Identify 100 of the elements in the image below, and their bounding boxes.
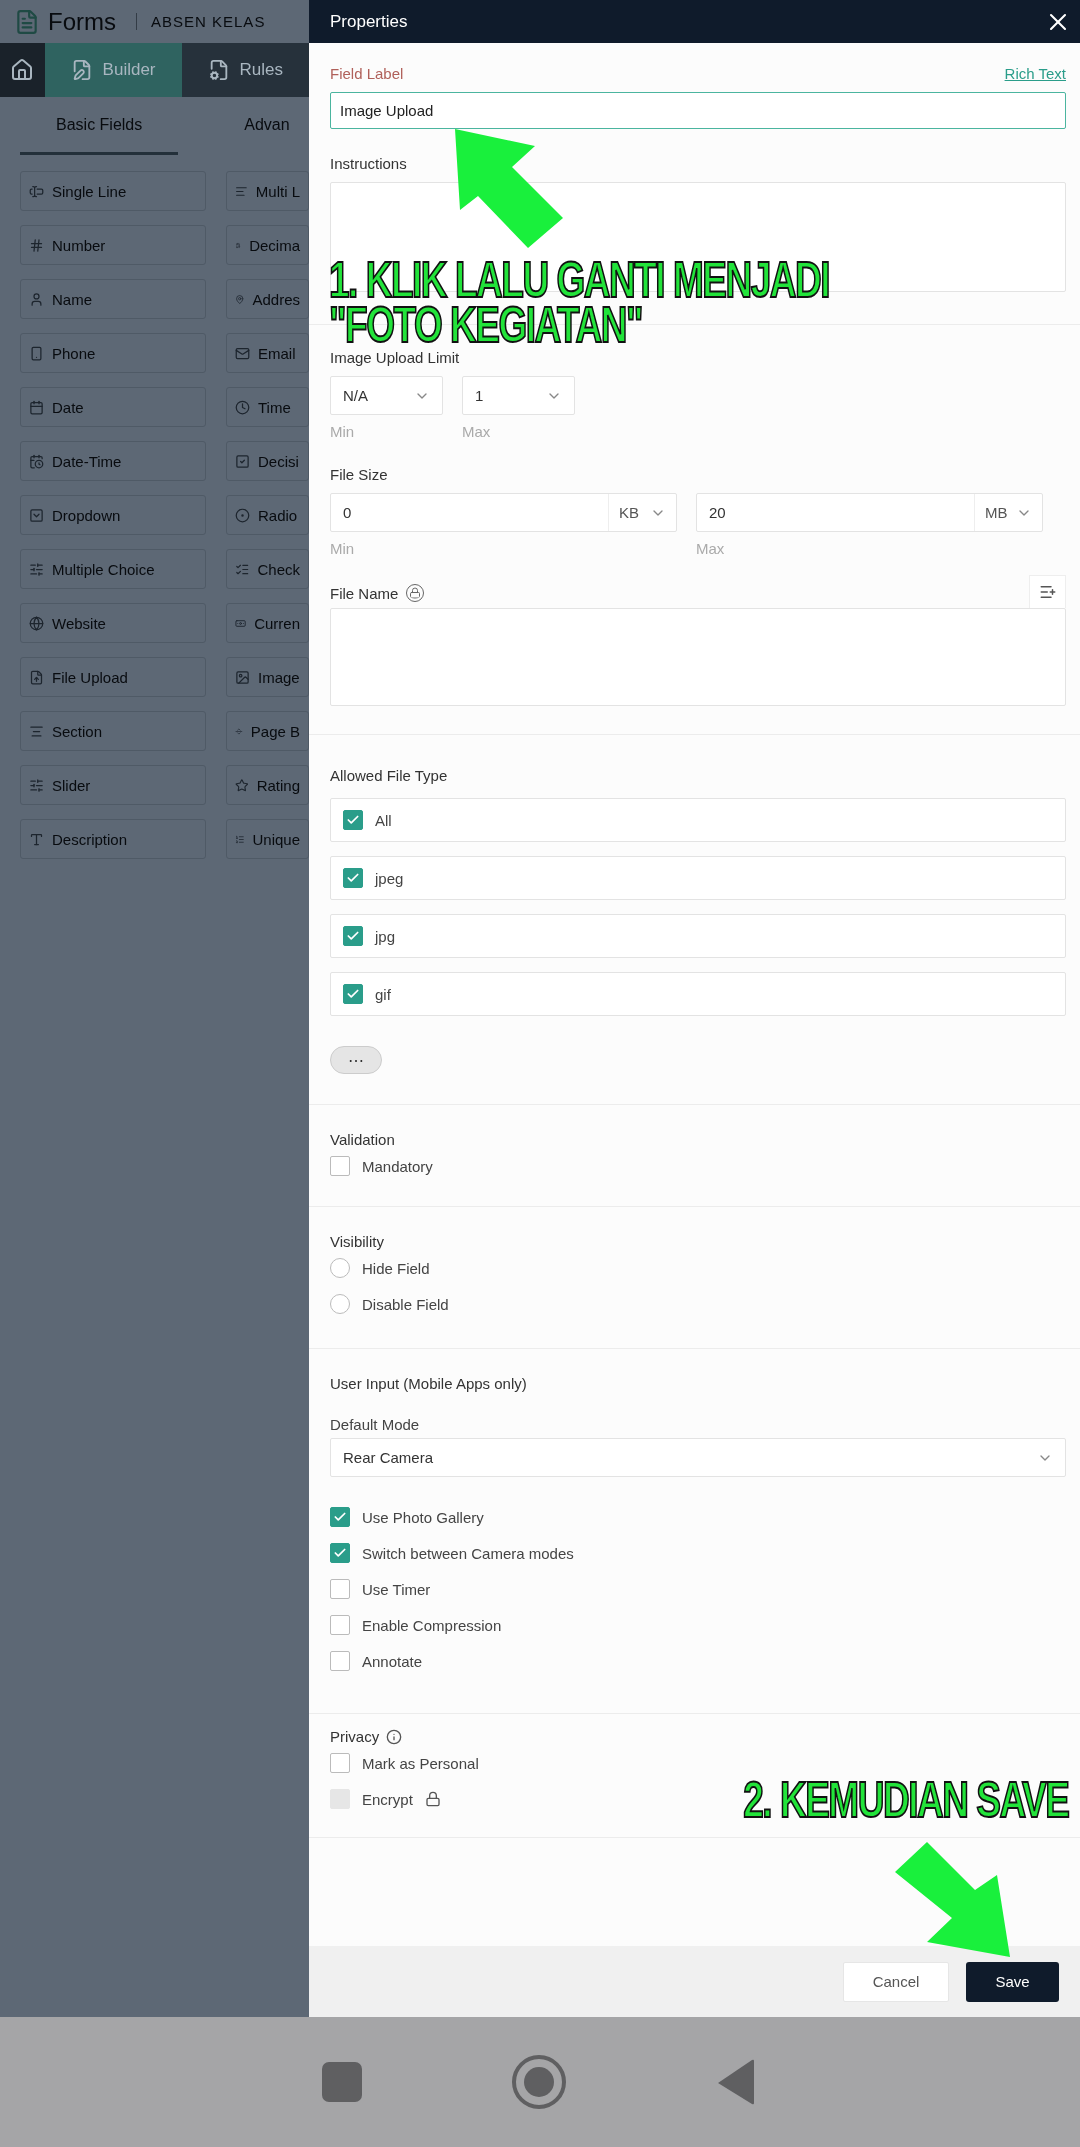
field-type-item[interactable]: Website xyxy=(20,603,206,643)
limit-caption: Max xyxy=(462,423,492,440)
privacy-label: Privacy xyxy=(330,1728,380,1745)
options-icon xyxy=(29,561,44,577)
file-name-field[interactable] xyxy=(330,608,1066,706)
instructions-label: Instructions xyxy=(330,155,408,172)
option-label: Hide Field xyxy=(362,1259,430,1277)
checkbox[interactable] xyxy=(330,1615,350,1635)
allowed-types-label: Allowed File Type xyxy=(330,767,449,784)
checkbox[interactable] xyxy=(330,1753,350,1773)
checkbox[interactable] xyxy=(330,1507,350,1527)
file-type-row[interactable]: jpeg xyxy=(330,856,1066,900)
field-type-item[interactable]: File Upload xyxy=(20,657,206,697)
option-label: Use Photo Gallery xyxy=(362,1508,484,1526)
field-type-item[interactable]: Rating xyxy=(226,765,309,805)
field-type-item[interactable]: Slider xyxy=(20,765,206,805)
file-type-label: jpg xyxy=(375,927,396,945)
option-label: Mark as Personal xyxy=(362,1754,479,1772)
person-icon xyxy=(29,291,44,307)
field-type-item[interactable]: Number xyxy=(20,225,206,265)
option-label: Enable Compression xyxy=(362,1616,502,1634)
file-type-row[interactable]: gif xyxy=(330,972,1066,1016)
panel-title: Properties xyxy=(330,11,408,32)
checkbox[interactable] xyxy=(343,984,363,1004)
field-type-item[interactable]: Check xyxy=(226,549,309,589)
cancel-button[interactable]: Cancel xyxy=(843,1961,949,2002)
star-icon xyxy=(235,777,249,793)
checkbox[interactable] xyxy=(330,1579,350,1599)
field-type-item[interactable]: Radio xyxy=(226,495,309,535)
section-icon xyxy=(29,723,44,739)
field-type-item[interactable]: Unique xyxy=(226,819,309,859)
nav-tab[interactable]: Builder xyxy=(44,43,182,97)
field-type-item[interactable]: Name xyxy=(20,279,206,319)
field-type-item[interactable]: Phone xyxy=(20,333,206,373)
file-name-label: File Name xyxy=(330,584,399,602)
check-icon xyxy=(333,1546,347,1560)
home-icon xyxy=(10,58,35,82)
file-type-row[interactable]: All xyxy=(330,798,1066,842)
slider-icon xyxy=(29,777,44,793)
field-type-item[interactable]: Dropdown xyxy=(20,495,206,535)
globe-icon xyxy=(29,615,44,631)
field-tab[interactable]: Basic Fields xyxy=(20,97,179,155)
user-input-label: User Input (Mobile Apps only) xyxy=(330,1375,528,1392)
field-type-item[interactable]: Section xyxy=(20,711,206,751)
more-button[interactable]: ⋯ xyxy=(330,1046,382,1074)
field-type-item[interactable]: Addres xyxy=(226,279,309,319)
field-type-item[interactable]: Decisi xyxy=(226,441,309,481)
file-type-label: jpeg xyxy=(375,869,404,887)
field-type-item[interactable]: Description xyxy=(20,819,206,859)
file-size-label: File Size xyxy=(330,466,389,483)
field-type-item[interactable]: Multi L xyxy=(226,171,309,211)
field-type-item[interactable]: Date-Time xyxy=(20,441,206,481)
option-label: Disable Field xyxy=(362,1295,449,1313)
field-type-item[interactable]: Page B xyxy=(226,711,309,751)
field-tab[interactable]: Advan xyxy=(208,97,309,155)
check-icon xyxy=(346,987,360,1001)
field-type-item[interactable]: Date xyxy=(20,387,206,427)
checkbox[interactable] xyxy=(343,868,363,888)
annotation-text: 2. KEMUDIAN SAVE xyxy=(742,1778,1068,1823)
checkbox[interactable] xyxy=(330,1651,350,1671)
checkbox[interactable] xyxy=(343,810,363,830)
radio-button[interactable] xyxy=(330,1258,350,1278)
check-icon xyxy=(346,813,360,827)
insert-field-button[interactable] xyxy=(1029,575,1066,608)
limit-caption: Min xyxy=(330,423,356,440)
field-type-item[interactable]: Decima xyxy=(226,225,309,265)
recents-icon[interactable] xyxy=(322,2062,363,2102)
field-label-input[interactable]: Image Upload xyxy=(330,92,1066,129)
home-tab[interactable] xyxy=(0,43,45,97)
file-type-label: gif xyxy=(375,985,391,1003)
check-icon xyxy=(346,929,360,943)
home-icon[interactable] xyxy=(511,2054,567,2110)
limit-select[interactable]: N/A xyxy=(330,376,443,415)
default-mode-select[interactable]: Rear Camera xyxy=(330,1438,1066,1477)
rich-text-link[interactable]: Rich Text xyxy=(1004,65,1066,82)
field-type-item[interactable]: Image xyxy=(226,657,309,697)
radio-icon xyxy=(235,507,250,523)
field-type-item[interactable]: Multiple Choice xyxy=(20,549,206,589)
field-type-item[interactable]: Single Line xyxy=(20,171,206,211)
dropdown-icon xyxy=(29,507,44,523)
checkbox[interactable] xyxy=(343,926,363,946)
checkbox[interactable] xyxy=(330,1156,350,1176)
mail-icon xyxy=(235,345,250,361)
text-icon xyxy=(29,831,44,847)
list-plus-icon xyxy=(1038,583,1057,601)
form-name: ABSEN KELAS xyxy=(136,13,266,30)
size-caption: Min xyxy=(330,540,356,557)
field-type-item[interactable]: Time xyxy=(226,387,309,427)
save-button[interactable]: Save xyxy=(966,1961,1059,2002)
limit-select[interactable]: 1 xyxy=(462,376,575,415)
nav-tab[interactable]: Rules xyxy=(181,43,309,97)
file-type-row[interactable]: jpg xyxy=(330,914,1066,958)
check-icon xyxy=(333,1510,347,1524)
radio-button[interactable] xyxy=(330,1294,350,1314)
field-type-item[interactable]: Curren xyxy=(226,603,309,643)
option-label: Annotate xyxy=(362,1652,423,1670)
file-type-label: All xyxy=(375,811,392,829)
field-type-item[interactable]: Email xyxy=(226,333,309,373)
checkbox[interactable] xyxy=(330,1543,350,1563)
nav-tab-label: Rules xyxy=(239,60,283,80)
